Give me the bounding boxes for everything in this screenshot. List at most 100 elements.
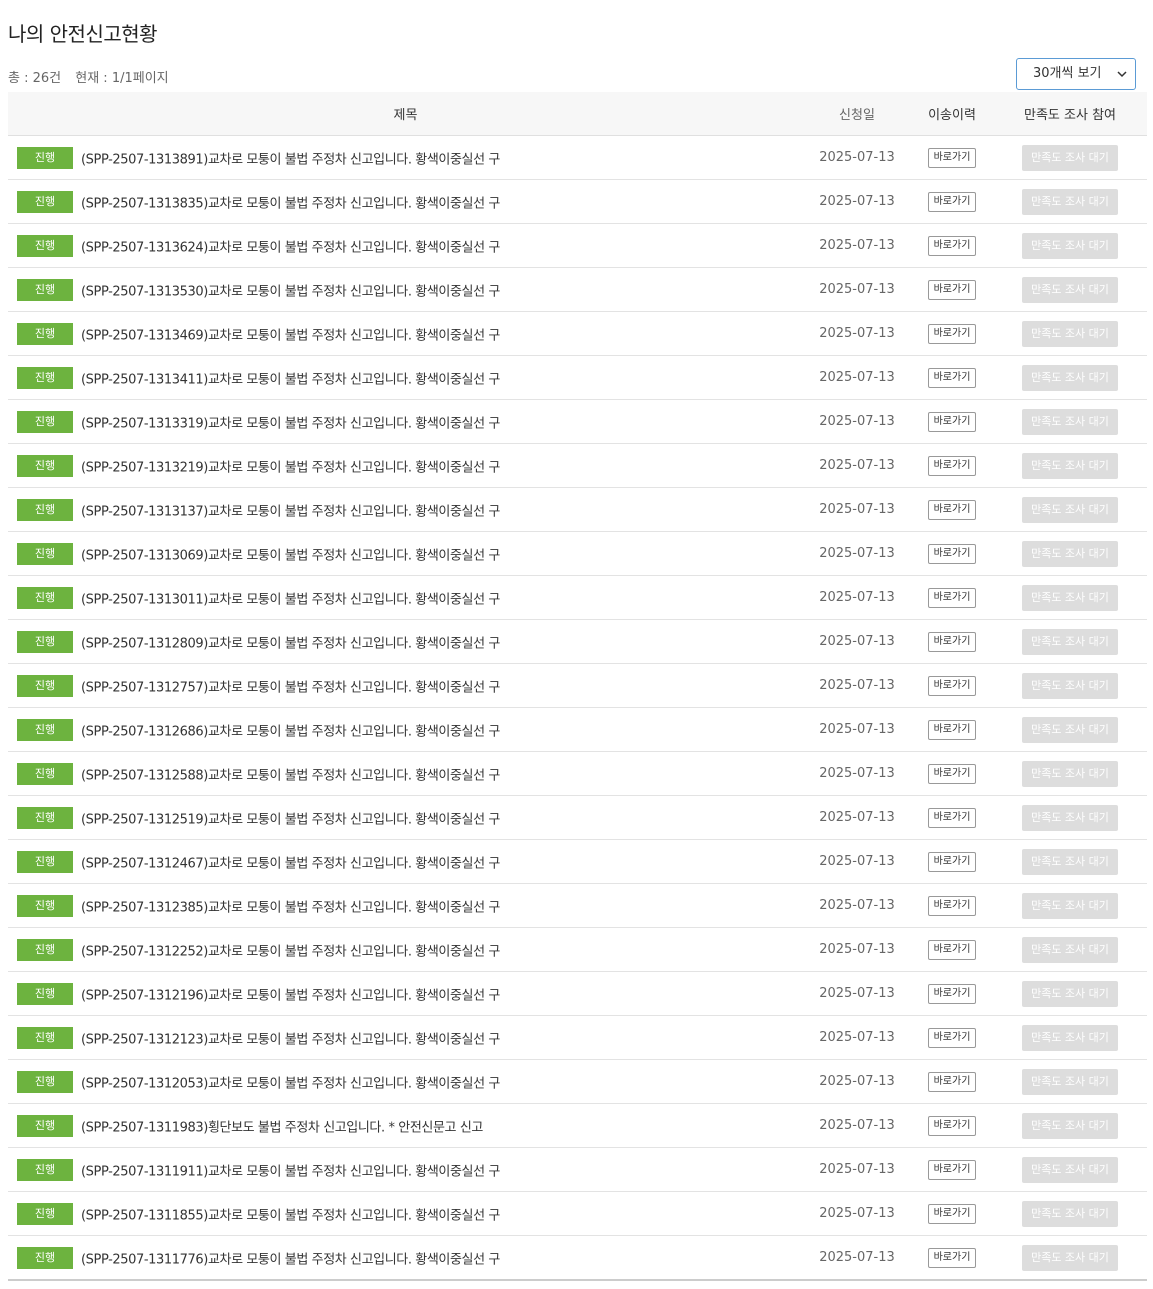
history-goto-button[interactable]: 바로가기	[927, 279, 977, 300]
survey-button[interactable]: 만족도 조사 대기	[1022, 188, 1118, 215]
page-size-select[interactable]: 30개씩 보기	[1016, 58, 1136, 90]
history-goto-button[interactable]: 바로가기	[927, 939, 977, 960]
table-row[interactable]: 진행 (SPP-2507-1312757)교차로 모퉁이 불법 주정차 신고입니다…	[8, 663, 1147, 708]
table-row[interactable]: 진행 (SPP-2507-1312196)교차로 모퉁이 불법 주정차 신고입니다…	[8, 971, 1147, 1016]
table-row[interactable]: 진행 (SPP-2507-1313011)교차로 모퉁이 불법 주정차 신고입니다…	[8, 575, 1147, 620]
table-row[interactable]: 진행 (SPP-2507-1312686)교차로 모퉁이 불법 주정차 신고입니다…	[8, 707, 1147, 752]
report-title-link[interactable]: (SPP-2507-1313891)교차로 모퉁이 불법 주정차 신고입니다. …	[81, 152, 500, 167]
history-goto-button[interactable]: 바로가기	[927, 1071, 977, 1092]
history-goto-button[interactable]: 바로가기	[927, 1159, 977, 1180]
report-title-link[interactable]: (SPP-2507-1311983)횡단보도 불법 주정차 신고입니다. * 안…	[81, 1120, 483, 1135]
table-row[interactable]: 진행 (SPP-2507-1311911)교차로 모퉁이 불법 주정차 신고입니다…	[8, 1147, 1147, 1192]
survey-button[interactable]: 만족도 조사 대기	[1022, 672, 1118, 699]
survey-button[interactable]: 만족도 조사 대기	[1022, 1024, 1118, 1051]
history-goto-button[interactable]: 바로가기	[927, 675, 977, 696]
report-title-link[interactable]: (SPP-2507-1313011)교차로 모퉁이 불법 주정차 신고입니다. …	[81, 592, 500, 607]
history-goto-button[interactable]: 바로가기	[927, 851, 977, 872]
table-row[interactable]: 진행 (SPP-2507-1312588)교차로 모퉁이 불법 주정차 신고입니다…	[8, 751, 1147, 796]
table-row[interactable]: 진행 (SPP-2507-1313319)교차로 모퉁이 불법 주정차 신고입니다…	[8, 399, 1147, 444]
report-title-link[interactable]: (SPP-2507-1312519)교차로 모퉁이 불법 주정차 신고입니다. …	[81, 812, 500, 827]
table-row[interactable]: 진행 (SPP-2507-1312519)교차로 모퉁이 불법 주정차 신고입니다…	[8, 795, 1147, 840]
table-row[interactable]: 진행 (SPP-2507-1312385)교차로 모퉁이 불법 주정차 신고입니다…	[8, 883, 1147, 928]
survey-button[interactable]: 만족도 조사 대기	[1022, 760, 1118, 787]
history-goto-button[interactable]: 바로가기	[927, 367, 977, 388]
history-goto-button[interactable]: 바로가기	[927, 1115, 977, 1136]
history-goto-button[interactable]: 바로가기	[927, 983, 977, 1004]
table-row[interactable]: 진행 (SPP-2507-1313530)교차로 모퉁이 불법 주정차 신고입니다…	[8, 267, 1147, 312]
report-title-link[interactable]: (SPP-2507-1313469)교차로 모퉁이 불법 주정차 신고입니다. …	[81, 328, 500, 343]
report-title-link[interactable]: (SPP-2507-1312252)교차로 모퉁이 불법 주정차 신고입니다. …	[81, 944, 500, 959]
table-row[interactable]: 진행 (SPP-2507-1313137)교차로 모퉁이 불법 주정차 신고입니다…	[8, 487, 1147, 532]
survey-button[interactable]: 만족도 조사 대기	[1022, 804, 1118, 831]
survey-button[interactable]: 만족도 조사 대기	[1022, 320, 1118, 347]
table-row[interactable]: 진행 (SPP-2507-1313219)교차로 모퉁이 불법 주정차 신고입니다…	[8, 443, 1147, 488]
history-goto-button[interactable]: 바로가기	[927, 1247, 977, 1268]
history-goto-button[interactable]: 바로가기	[927, 455, 977, 476]
survey-button[interactable]: 만족도 조사 대기	[1022, 496, 1118, 523]
survey-button[interactable]: 만족도 조사 대기	[1022, 892, 1118, 919]
history-goto-button[interactable]: 바로가기	[927, 895, 977, 916]
report-title-link[interactable]: (SPP-2507-1313219)교차로 모퉁이 불법 주정차 신고입니다. …	[81, 460, 500, 475]
history-goto-button[interactable]: 바로가기	[927, 587, 977, 608]
table-row[interactable]: 진행 (SPP-2507-1311776)교차로 모퉁이 불법 주정차 신고입니다…	[8, 1235, 1147, 1281]
report-title-link[interactable]: (SPP-2507-1313530)교차로 모퉁이 불법 주정차 신고입니다. …	[81, 284, 500, 299]
survey-button[interactable]: 만족도 조사 대기	[1022, 364, 1118, 391]
survey-button[interactable]: 만족도 조사 대기	[1022, 276, 1118, 303]
report-title-link[interactable]: (SPP-2507-1313319)교차로 모퉁이 불법 주정차 신고입니다. …	[81, 416, 500, 431]
report-title-link[interactable]: (SPP-2507-1313137)교차로 모퉁이 불법 주정차 신고입니다. …	[81, 504, 500, 519]
history-goto-button[interactable]: 바로가기	[927, 543, 977, 564]
history-goto-button[interactable]: 바로가기	[927, 147, 977, 168]
survey-button[interactable]: 만족도 조사 대기	[1022, 1244, 1118, 1271]
history-goto-button[interactable]: 바로가기	[927, 411, 977, 432]
report-title-link[interactable]: (SPP-2507-1311776)교차로 모퉁이 불법 주정차 신고입니다. …	[81, 1252, 500, 1267]
table-row[interactable]: 진행 (SPP-2507-1313891)교차로 모퉁이 불법 주정차 신고입니다…	[8, 135, 1147, 180]
report-title-link[interactable]: (SPP-2507-1312053)교차로 모퉁이 불법 주정차 신고입니다. …	[81, 1076, 500, 1091]
history-goto-button[interactable]: 바로가기	[927, 763, 977, 784]
history-goto-button[interactable]: 바로가기	[927, 499, 977, 520]
report-title-link[interactable]: (SPP-2507-1313069)교차로 모퉁이 불법 주정차 신고입니다. …	[81, 548, 500, 563]
report-title-link[interactable]: (SPP-2507-1311855)교차로 모퉁이 불법 주정차 신고입니다. …	[81, 1208, 500, 1223]
survey-button[interactable]: 만족도 조사 대기	[1022, 980, 1118, 1007]
survey-button[interactable]: 만족도 조사 대기	[1022, 584, 1118, 611]
report-title-link[interactable]: (SPP-2507-1312809)교차로 모퉁이 불법 주정차 신고입니다. …	[81, 636, 500, 651]
report-title-link[interactable]: (SPP-2507-1312123)교차로 모퉁이 불법 주정차 신고입니다. …	[81, 1032, 500, 1047]
table-row[interactable]: 진행 (SPP-2507-1313835)교차로 모퉁이 불법 주정차 신고입니다…	[8, 179, 1147, 224]
history-goto-button[interactable]: 바로가기	[927, 631, 977, 652]
table-row[interactable]: 진행 (SPP-2507-1312252)교차로 모퉁이 불법 주정차 신고입니다…	[8, 927, 1147, 972]
table-row[interactable]: 진행 (SPP-2507-1312809)교차로 모퉁이 불법 주정차 신고입니다…	[8, 619, 1147, 664]
survey-button[interactable]: 만족도 조사 대기	[1022, 144, 1118, 171]
survey-button[interactable]: 만족도 조사 대기	[1022, 848, 1118, 875]
survey-button[interactable]: 만족도 조사 대기	[1022, 452, 1118, 479]
history-goto-button[interactable]: 바로가기	[927, 191, 977, 212]
table-row[interactable]: 진행 (SPP-2507-1313411)교차로 모퉁이 불법 주정차 신고입니다…	[8, 355, 1147, 400]
survey-button[interactable]: 만족도 조사 대기	[1022, 1112, 1118, 1139]
report-title-link[interactable]: (SPP-2507-1312385)교차로 모퉁이 불법 주정차 신고입니다. …	[81, 900, 500, 915]
table-row[interactable]: 진행 (SPP-2507-1312123)교차로 모퉁이 불법 주정차 신고입니다…	[8, 1015, 1147, 1060]
table-row[interactable]: 진행 (SPP-2507-1312467)교차로 모퉁이 불법 주정차 신고입니다…	[8, 839, 1147, 884]
report-title-link[interactable]: (SPP-2507-1313411)교차로 모퉁이 불법 주정차 신고입니다. …	[81, 372, 500, 387]
history-goto-button[interactable]: 바로가기	[927, 235, 977, 256]
survey-button[interactable]: 만족도 조사 대기	[1022, 628, 1118, 655]
survey-button[interactable]: 만족도 조사 대기	[1022, 540, 1118, 567]
report-title-link[interactable]: (SPP-2507-1313835)교차로 모퉁이 불법 주정차 신고입니다. …	[81, 196, 500, 211]
table-row[interactable]: 진행 (SPP-2507-1311983)횡단보도 불법 주정차 신고입니다. *…	[8, 1103, 1147, 1148]
survey-button[interactable]: 만족도 조사 대기	[1022, 716, 1118, 743]
report-title-link[interactable]: (SPP-2507-1312467)교차로 모퉁이 불법 주정차 신고입니다. …	[81, 856, 500, 871]
survey-button[interactable]: 만족도 조사 대기	[1022, 936, 1118, 963]
survey-button[interactable]: 만족도 조사 대기	[1022, 1068, 1118, 1095]
report-title-link[interactable]: (SPP-2507-1312686)교차로 모퉁이 불법 주정차 신고입니다. …	[81, 724, 500, 739]
survey-button[interactable]: 만족도 조사 대기	[1022, 232, 1118, 259]
table-row[interactable]: 진행 (SPP-2507-1313624)교차로 모퉁이 불법 주정차 신고입니다…	[8, 223, 1147, 268]
history-goto-button[interactable]: 바로가기	[927, 1203, 977, 1224]
report-title-link[interactable]: (SPP-2507-1312196)교차로 모퉁이 불법 주정차 신고입니다. …	[81, 988, 500, 1003]
survey-button[interactable]: 만족도 조사 대기	[1022, 408, 1118, 435]
report-title-link[interactable]: (SPP-2507-1313624)교차로 모퉁이 불법 주정차 신고입니다. …	[81, 240, 500, 255]
table-row[interactable]: 진행 (SPP-2507-1313069)교차로 모퉁이 불법 주정차 신고입니다…	[8, 531, 1147, 576]
report-title-link[interactable]: (SPP-2507-1312588)교차로 모퉁이 불법 주정차 신고입니다. …	[81, 768, 500, 783]
history-goto-button[interactable]: 바로가기	[927, 807, 977, 828]
history-goto-button[interactable]: 바로가기	[927, 1027, 977, 1048]
survey-button[interactable]: 만족도 조사 대기	[1022, 1156, 1118, 1183]
table-row[interactable]: 진행 (SPP-2507-1311855)교차로 모퉁이 불법 주정차 신고입니다…	[8, 1191, 1147, 1236]
report-title-link[interactable]: (SPP-2507-1312757)교차로 모퉁이 불법 주정차 신고입니다. …	[81, 680, 500, 695]
history-goto-button[interactable]: 바로가기	[927, 323, 977, 344]
